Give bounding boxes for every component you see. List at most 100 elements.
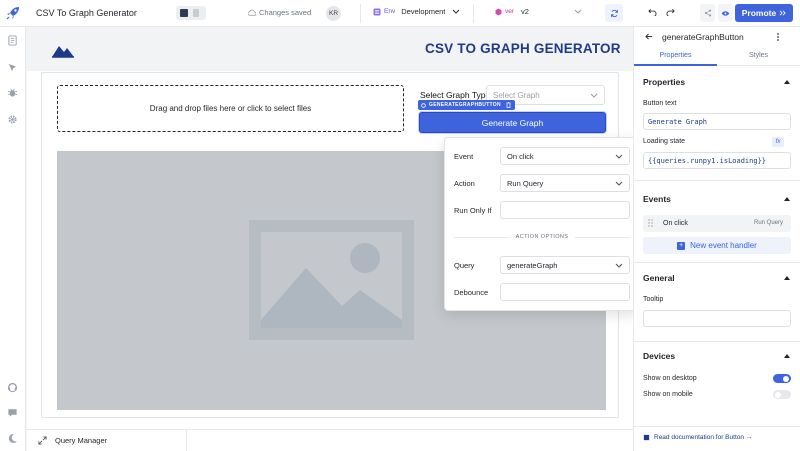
select-placeholder: Select Graph: [493, 91, 540, 100]
loading-state-label: Loading state: [643, 138, 686, 145]
tab-styles[interactable]: Styles: [717, 48, 800, 66]
chevron-down-icon[interactable]: [574, 9, 582, 14]
divider: [454, 237, 509, 238]
pages-icon[interactable]: [7, 35, 18, 46]
app-title[interactable]: CSV To Graph Generator: [36, 8, 137, 18]
show-desktop-label: Show on desktop: [643, 375, 697, 382]
promote-label: Promote: [741, 8, 777, 18]
caret-up-icon[interactable]: [784, 275, 790, 280]
chevron-down-icon: [615, 181, 623, 186]
divider: [634, 180, 800, 181]
page-title: CSV TO GRAPH GENERATOR: [425, 41, 621, 56]
debugger-icon[interactable]: [7, 87, 18, 98]
plus-icon: +: [677, 241, 686, 250]
dark-mode-icon[interactable]: [7, 433, 18, 444]
preview-button[interactable]: [718, 4, 733, 22]
trash-icon[interactable]: [506, 102, 511, 108]
read-documentation-text: Read documentation for Button →: [654, 434, 753, 441]
new-event-handler-button[interactable]: + New event handler: [643, 237, 791, 254]
rocket-logo-icon[interactable]: [5, 5, 21, 21]
environment-icon: [373, 8, 381, 15]
action-label: Action: [454, 179, 475, 188]
general-heading: General: [643, 273, 675, 283]
environment-selector[interactable]: Env Development: [373, 7, 445, 16]
tab-properties[interactable]: Properties: [634, 48, 717, 66]
show-mobile-label: Show on mobile: [643, 391, 693, 398]
component-tag[interactable]: GENERATEGRAPHBUTTON: [418, 100, 515, 110]
dropzone-text: Drag and drop files here or click to sel…: [149, 104, 312, 113]
cloud-icon: [248, 9, 256, 16]
undo-icon[interactable]: [648, 8, 657, 16]
caret-up-icon[interactable]: [784, 79, 790, 84]
environment-value: Development: [401, 7, 446, 16]
avatar[interactable]: KR: [326, 6, 341, 21]
chevron-down-icon: [615, 154, 623, 159]
generate-graph-label: Generate Graph: [481, 117, 544, 128]
run-only-if-input[interactable]: [500, 201, 630, 219]
button-text-label: Button text: [643, 100, 677, 107]
properties-heading: Properties: [643, 77, 686, 87]
query-label: Query: [454, 261, 475, 270]
button-text-input[interactable]: Generate Graph: [643, 113, 791, 130]
bottom-bar: [27, 429, 633, 451]
action-value: Run Query: [507, 179, 544, 188]
query-value: generateGraph: [507, 261, 558, 270]
component-name[interactable]: generateGraphButton: [662, 32, 744, 42]
file-dropzone[interactable]: Drag and drop files here or click to sel…: [57, 85, 404, 132]
version-selector[interactable]: ver v2: [495, 7, 529, 16]
book-icon: [643, 434, 650, 441]
tooltip-label: Tooltip: [643, 296, 664, 303]
comment-icon: [180, 9, 188, 17]
support-icon[interactable]: [7, 382, 18, 393]
chevron-down-icon[interactable]: [452, 9, 460, 14]
expand-icon[interactable]: [38, 436, 47, 445]
sync-button[interactable]: [605, 4, 623, 22]
chevron-down-icon: [590, 93, 598, 98]
divider: [634, 262, 800, 263]
settings-icon: [421, 102, 426, 108]
share-icon: [704, 9, 711, 17]
drag-handle-icon[interactable]: [648, 219, 653, 227]
component-tag-label: GENERATEGRAPHBUTTON: [429, 102, 501, 108]
eye-icon: [721, 10, 730, 16]
query-select[interactable]: generateGraph: [500, 256, 630, 274]
version-tag: ver: [505, 8, 515, 15]
settings-icon[interactable]: [7, 114, 18, 125]
chat-icon[interactable]: [7, 407, 18, 418]
query-manager-label[interactable]: Query Manager: [55, 436, 107, 445]
loading-state-input[interactable]: {{queries.runpy1.isLoading}}: [643, 152, 791, 169]
divider: [634, 426, 800, 427]
inspect-icon[interactable]: [7, 62, 18, 73]
event-handler-row[interactable]: On click Run Query: [643, 215, 791, 232]
chevron-down-icon: [615, 263, 623, 268]
redo-icon[interactable]: [666, 8, 675, 16]
more-vertical-icon[interactable]: [776, 32, 780, 42]
caret-up-icon[interactable]: [784, 353, 790, 358]
show-desktop-toggle[interactable]: [773, 374, 791, 383]
debounce-input[interactable]: [500, 283, 630, 301]
visibility-toggle[interactable]: [176, 6, 206, 20]
promote-button[interactable]: Promote: [735, 4, 793, 22]
divider: [186, 430, 187, 451]
events-heading: Events: [643, 194, 671, 204]
show-mobile-toggle[interactable]: [773, 390, 791, 399]
read-documentation-link[interactable]: Read documentation for Button →: [643, 434, 752, 441]
debounce-label: Debounce: [454, 288, 489, 297]
event-label: Event: [454, 152, 474, 161]
divider: [360, 4, 361, 23]
arrow-left-icon[interactable]: [645, 33, 653, 40]
version-value: v2: [521, 7, 529, 16]
event-select[interactable]: On click: [500, 147, 630, 165]
event-handler-popover: Event On click Action Run Query Run Only…: [444, 137, 638, 311]
mobile-icon: [193, 9, 199, 17]
generate-graph-button[interactable]: Generate Graph: [419, 112, 606, 133]
event-value: On click: [507, 152, 534, 161]
caret-up-icon[interactable]: [784, 196, 790, 201]
share-button[interactable]: [700, 4, 715, 22]
devices-heading: Devices: [643, 351, 676, 361]
divider: [634, 341, 800, 342]
tooltip-input[interactable]: [643, 310, 791, 327]
action-select[interactable]: Run Query: [500, 174, 630, 192]
divider: [575, 237, 630, 238]
fx-toggle-button[interactable]: fx: [772, 137, 784, 147]
